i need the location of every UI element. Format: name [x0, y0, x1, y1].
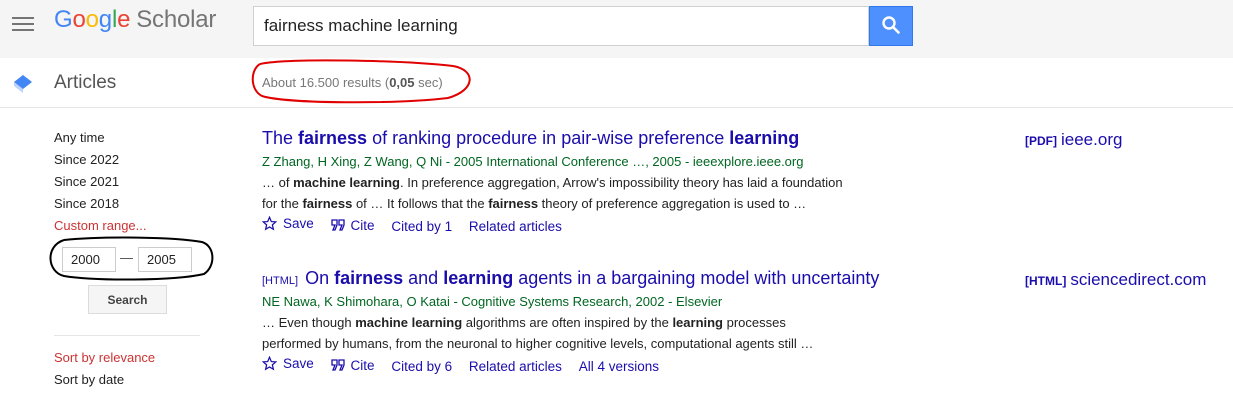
result-actions: Save Cite Cited by 6 Related articles Al…: [262, 356, 912, 374]
format-tag: [HTML]: [262, 275, 299, 287]
filter-since-2022[interactable]: Since 2022: [54, 152, 147, 174]
save-button[interactable]: Save: [262, 216, 314, 231]
cited-by-link[interactable]: Cited by 6: [391, 359, 452, 374]
top-bar: Google Scholar: [0, 0, 1233, 58]
pdf-link[interactable]: [PDF] ieee.org: [1025, 130, 1122, 150]
sidebar-divider: [54, 335, 200, 336]
search-icon: [882, 15, 900, 34]
related-articles-link[interactable]: Related articles: [469, 359, 562, 374]
sort-by-relevance[interactable]: Sort by relevance: [54, 350, 155, 372]
range-search-button[interactable]: Search: [88, 285, 167, 314]
cite-button[interactable]: Cite: [330, 218, 375, 233]
result-snippet: … Even though machine learning algorithm…: [262, 315, 814, 351]
result-authors: Z Zhang, H Xing, Z Wang, Q Ni - 2005 Int…: [262, 154, 804, 169]
google-scholar-logo[interactable]: Google Scholar: [54, 6, 216, 34]
quote-icon: [330, 359, 345, 371]
articles-icon: [14, 75, 32, 93]
sub-bar: Articles About 16.500 results (0,05 sec): [0, 58, 1233, 108]
sort-options: Sort by relevance Sort by date: [54, 350, 155, 394]
red-annotation-circle: [251, 59, 471, 104]
cite-button[interactable]: Cite: [330, 358, 375, 373]
search-input[interactable]: [253, 6, 869, 46]
filter-any-time[interactable]: Any time: [54, 130, 147, 152]
articles-section-label: Articles: [54, 72, 117, 93]
result-item: The fairness of ranking procedure in pai…: [262, 128, 912, 234]
filter-since-2021[interactable]: Since 2021: [54, 174, 147, 196]
quote-icon: [330, 219, 345, 231]
result-snippet: … of machine learning. In preference agg…: [262, 175, 843, 211]
html-link[interactable]: [HTML] sciencedirect.com: [1025, 270, 1206, 290]
sort-by-date[interactable]: Sort by date: [54, 372, 155, 394]
result-actions: Save Cite Cited by 1 Related articles: [262, 216, 912, 234]
filter-since-2018[interactable]: Since 2018: [54, 196, 147, 218]
result-authors: NE Nawa, K Shimohara, O Katai - Cognitiv…: [262, 294, 723, 309]
star-icon: [262, 356, 277, 371]
search-button[interactable]: [869, 6, 913, 46]
result-title[interactable]: The fairness of ranking procedure in pai…: [262, 128, 912, 149]
save-button[interactable]: Save: [262, 356, 314, 371]
star-icon: [262, 216, 277, 231]
related-articles-link[interactable]: Related articles: [469, 219, 562, 234]
menu-icon[interactable]: [12, 14, 34, 32]
black-annotation-circle: [49, 236, 214, 281]
time-filter-list: Any time Since 2022 Since 2021 Since 201…: [54, 130, 147, 240]
all-versions-link[interactable]: All 4 versions: [579, 359, 659, 374]
result-item: [HTML] On fairness and learning agents i…: [262, 268, 912, 374]
cited-by-link[interactable]: Cited by 1: [391, 219, 452, 234]
result-title[interactable]: [HTML] On fairness and learning agents i…: [262, 268, 912, 289]
